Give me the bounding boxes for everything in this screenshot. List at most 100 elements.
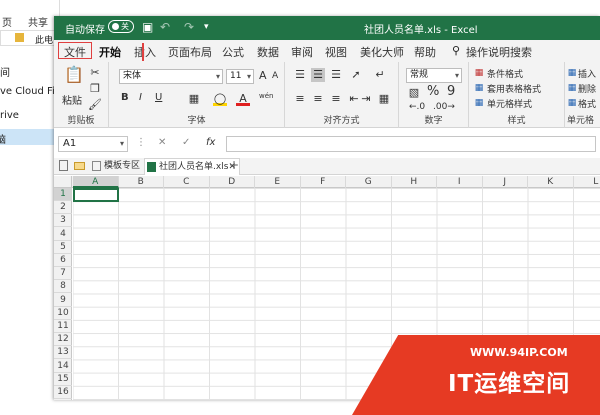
add-tab-button[interactable]: + [229,158,239,172]
fill-color-icon[interactable]: ◯ [213,92,227,106]
borders-icon[interactable]: ▦ [187,92,201,106]
column-header-l[interactable]: L [574,176,600,188]
align-left-icon[interactable]: ≡ [293,92,307,106]
conditional-format-button[interactable]: 条件格式 [487,67,523,80]
row-header-1[interactable]: 1 [54,188,72,201]
row-header-16[interactable]: 16 [54,386,72,399]
column-header-k[interactable]: K [528,176,574,188]
row-header-6[interactable]: 6 [54,254,72,267]
row-header-3[interactable]: 3 [54,214,72,227]
tell-me-search[interactable]: 操作说明搜索 [466,44,532,60]
paste-icon[interactable]: 📋 [64,68,84,88]
increase-decimal-icon[interactable]: ←.0 [409,102,425,112]
grow-font-button[interactable]: A [259,69,267,82]
column-header-j[interactable]: J [483,176,529,188]
font-color-icon[interactable]: A [236,92,250,106]
phonetic-button[interactable]: wén [259,92,273,100]
shrink-font-button[interactable]: A [272,71,278,81]
insert-function-icon[interactable]: fx [206,137,215,148]
format-painter-icon[interactable]: 🖌 [88,98,102,112]
align-bottom-icon[interactable]: ☰ [329,68,343,82]
column-header-e[interactable]: E [255,176,301,188]
tab-beautify[interactable]: 美化大师 [360,44,404,60]
tab-insert[interactable]: 插入 [134,44,156,60]
column-header-b[interactable]: B [119,176,165,188]
enter-icon[interactable]: ✓ [182,137,190,148]
explorer-nav-item[interactable]: rive [0,110,19,121]
row-header-15[interactable]: 15 [54,373,72,386]
row-header-8[interactable]: 8 [54,280,72,293]
tab-formulas[interactable]: 公式 [222,44,244,60]
tab-file[interactable]: 文件 [58,42,92,59]
autosave-toggle[interactable]: 关 [108,20,134,33]
undo-icon[interactable]: ↶ [160,20,170,34]
qat-customize-icon[interactable]: ▾ [204,22,209,32]
row-header-2[interactable]: 2 [54,201,72,214]
cut-icon[interactable]: ✂ [88,66,102,80]
format-as-table-button[interactable]: 套用表格格式 [487,82,541,95]
row-header-12[interactable]: 12 [54,333,72,346]
column-header-d[interactable]: D [210,176,256,188]
percent-button[interactable]: % [427,84,439,99]
workbook-tab-current[interactable]: 社团人员名单.xls ✕ [144,158,240,175]
workbook-tab-template[interactable]: 模板专区 [90,158,142,175]
explorer-nav-item[interactable]: 脑 [0,131,6,146]
row-header-14[interactable]: 14 [54,360,72,373]
open-folder-icon[interactable] [74,162,85,170]
column-header-i[interactable]: I [437,176,483,188]
insert-cells-button[interactable]: 插入 [578,67,596,80]
align-right-icon[interactable]: ≡ [329,92,343,106]
tab-page-layout[interactable]: 页面布局 [168,44,212,60]
active-cell[interactable] [73,188,119,202]
wrap-text-icon[interactable]: ↵ [373,68,387,82]
row-header-5[interactable]: 5 [54,241,72,254]
row-header-11[interactable]: 11 [54,320,72,333]
tab-view[interactable]: 视图 [325,44,347,60]
orientation-icon[interactable]: ➚ [349,68,363,82]
column-header-g[interactable]: G [346,176,392,188]
align-center-icon[interactable]: ≡ [311,92,325,106]
row-header-13[interactable]: 13 [54,346,72,359]
select-all-corner[interactable] [54,176,72,188]
formula-input[interactable] [226,136,596,152]
font-size-select[interactable]: 11 ▾ [226,69,254,84]
underline-button[interactable]: U [155,92,162,103]
save-icon[interactable]: ▣ [142,20,153,34]
italic-button[interactable]: I [139,92,142,103]
explorer-tab-home[interactable]: 页 [2,14,12,29]
merge-center-icon[interactable]: ▦ [377,92,391,106]
explorer-tab-share[interactable]: 共享 [28,14,48,29]
align-middle-icon[interactable]: ☰ [311,68,325,82]
align-top-icon[interactable]: ☰ [293,68,307,82]
number-format-select[interactable]: 常规 ▾ [406,68,462,83]
explorer-nav-item[interactable]: 间 [0,64,10,79]
tab-help[interactable]: 帮助 [414,44,436,60]
name-box[interactable]: A1 ▾ [58,136,128,152]
cancel-icon[interactable]: ✕ [158,137,166,148]
row-header-10[interactable]: 10 [54,307,72,320]
column-header-f[interactable]: F [301,176,347,188]
column-header-c[interactable]: C [164,176,210,188]
cell-styles-button[interactable]: 单元格样式 [487,97,532,110]
format-cells-button[interactable]: 格式 [578,97,596,110]
new-doc-icon[interactable] [59,160,68,171]
row-header-9[interactable]: 9 [54,294,72,307]
column-header-h[interactable]: H [392,176,438,188]
explorer-address-bar[interactable]: 此电 [0,30,60,46]
copy-icon[interactable]: ❐ [88,82,102,96]
explorer-nav-selected[interactable] [0,129,60,145]
tab-review[interactable]: 审阅 [291,44,313,60]
decrease-decimal-icon[interactable]: .00→ [433,102,455,112]
currency-icon[interactable]: ▧ [407,86,421,100]
bold-button[interactable]: B [121,92,129,103]
tab-data[interactable]: 数据 [257,44,279,60]
row-header-4[interactable]: 4 [54,228,72,241]
comma-button[interactable]: 9 [447,84,455,99]
increase-indent-icon[interactable]: ⇥ [359,92,373,106]
paste-button[interactable]: 粘贴 [62,92,82,107]
redo-icon[interactable]: ↷ [184,20,194,34]
delete-cells-button[interactable]: 删除 [578,82,596,95]
row-header-7[interactable]: 7 [54,267,72,280]
tab-home[interactable]: 开始 [99,44,121,60]
font-name-select[interactable]: 宋体 ▾ [119,69,223,84]
